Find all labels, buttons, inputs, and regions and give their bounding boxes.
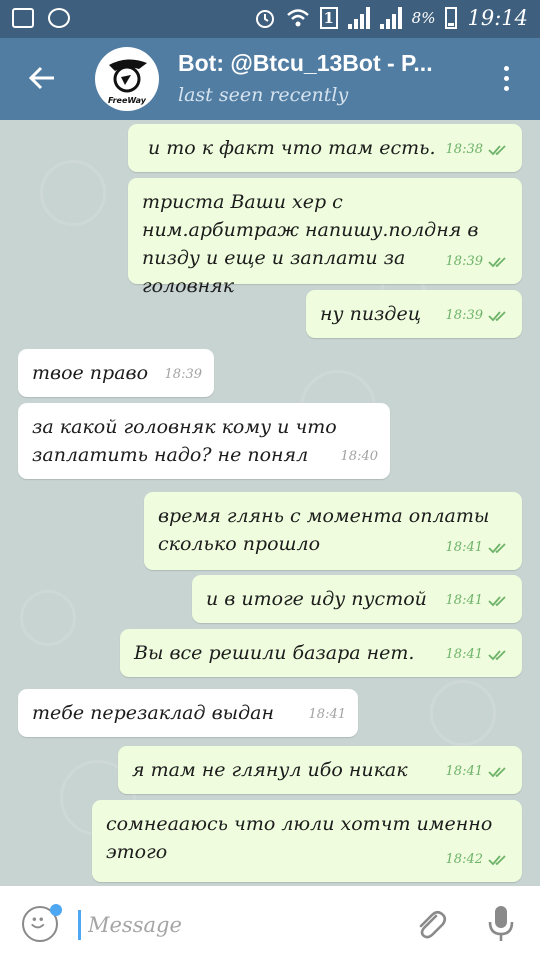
message-time: 18:39	[445, 308, 483, 323]
message-incoming[interactable]: тебе перезаклад выдан 18:41	[18, 689, 358, 737]
paperclip-icon[interactable]	[412, 906, 448, 942]
message-time: 18:41	[445, 593, 483, 608]
message-input[interactable]	[86, 906, 390, 944]
message-time: 18:39	[164, 367, 202, 382]
message-meta: 18:39	[165, 361, 202, 389]
message-list[interactable]: и то к факт что там есть. 18:38 триста В…	[0, 120, 540, 886]
freeway-logo-icon: FreeWay	[108, 59, 147, 105]
message-outgoing[interactable]: и в итоге иду пустой 18:41	[192, 575, 522, 623]
message-outgoing[interactable]: сомнеааюсь что люли хотчт именно этого 1…	[92, 800, 522, 882]
wifi-icon	[286, 9, 309, 27]
signal-strength-2-icon	[379, 7, 402, 29]
message-meta: 18:39	[446, 248, 510, 276]
read-check-icon	[488, 543, 506, 554]
message-time: 18:38	[445, 142, 483, 157]
status-bar: 1 8% 19:14	[0, 0, 540, 38]
message-outgoing[interactable]: я там не глянул ибо никак 18:41	[118, 746, 522, 794]
message-meta: 18:39	[446, 302, 510, 330]
message-meta: 18:40	[341, 443, 378, 471]
chat-title[interactable]: Bot: @Btcu_13Bot - P...	[178, 50, 468, 77]
message-outgoing[interactable]: и то к факт что там есть. 18:38	[128, 124, 522, 172]
alarm-icon	[255, 10, 274, 28]
message-meta: 18:38	[446, 136, 510, 164]
message-time: 18:40	[340, 449, 378, 464]
message-meta: 18:41	[446, 534, 510, 562]
back-arrow-icon[interactable]	[26, 62, 58, 94]
read-check-icon	[488, 311, 506, 322]
read-check-icon	[488, 257, 506, 268]
message-outgoing[interactable]: время глянь с момента оплаты сколько про…	[144, 492, 522, 570]
message-time: 18:41	[445, 647, 483, 662]
app-notification-icon	[48, 8, 70, 28]
notification-dot	[50, 904, 62, 916]
battery-icon	[445, 7, 458, 29]
read-check-icon	[488, 596, 506, 607]
microphone-icon[interactable]	[486, 904, 516, 944]
message-meta: 18:41	[446, 587, 510, 615]
avatar-logo-text: FreeWay	[108, 96, 147, 105]
message-composer	[0, 886, 540, 960]
message-meta: 18:42	[446, 846, 510, 874]
sim-slot-icon: 1	[319, 7, 338, 29]
message-outgoing[interactable]: Вы все решили базара нет. 18:41	[120, 629, 522, 677]
message-time: 18:39	[445, 254, 483, 269]
read-check-icon	[488, 650, 506, 661]
read-check-icon	[488, 767, 506, 778]
text-cursor	[78, 910, 81, 940]
message-outgoing[interactable]: триста Ваши хер с ним.арбитраж напишу.по…	[128, 178, 522, 297]
message-outgoing[interactable]: ну пиздец 18:39	[306, 290, 522, 338]
signal-strength-icon	[347, 7, 370, 29]
message-meta: 18:41	[446, 641, 510, 669]
chat-header: FreeWay Bot: @Btcu_13Bot - P... last see…	[0, 38, 540, 120]
message-time: 18:42	[445, 852, 483, 867]
message-text: триста Ваши хер с ним.арбитраж напишу.по…	[142, 191, 479, 297]
message-time: 18:41	[445, 540, 483, 555]
clock: 19:14	[467, 6, 528, 30]
read-check-icon	[488, 145, 506, 156]
gallery-notification-icon	[12, 8, 34, 28]
read-check-icon	[488, 855, 506, 866]
avatar[interactable]: FreeWay	[95, 47, 159, 111]
message-incoming[interactable]: твое право 18:39	[18, 349, 214, 397]
message-meta: 18:41	[446, 758, 510, 786]
message-time: 18:41	[445, 764, 483, 779]
message-meta: 18:41	[309, 701, 346, 729]
chat-status: last seen recently	[178, 84, 349, 106]
message-incoming[interactable]: за какой головняк кому и что заплатить н…	[18, 403, 390, 479]
message-time: 18:41	[308, 707, 346, 722]
more-menu-icon[interactable]	[504, 66, 510, 94]
message-text: тебе перезаклад выдан	[32, 702, 274, 724]
message-text: за какой головняк кому и что заплатить н…	[32, 416, 337, 466]
battery-percent: 8%	[411, 9, 436, 27]
